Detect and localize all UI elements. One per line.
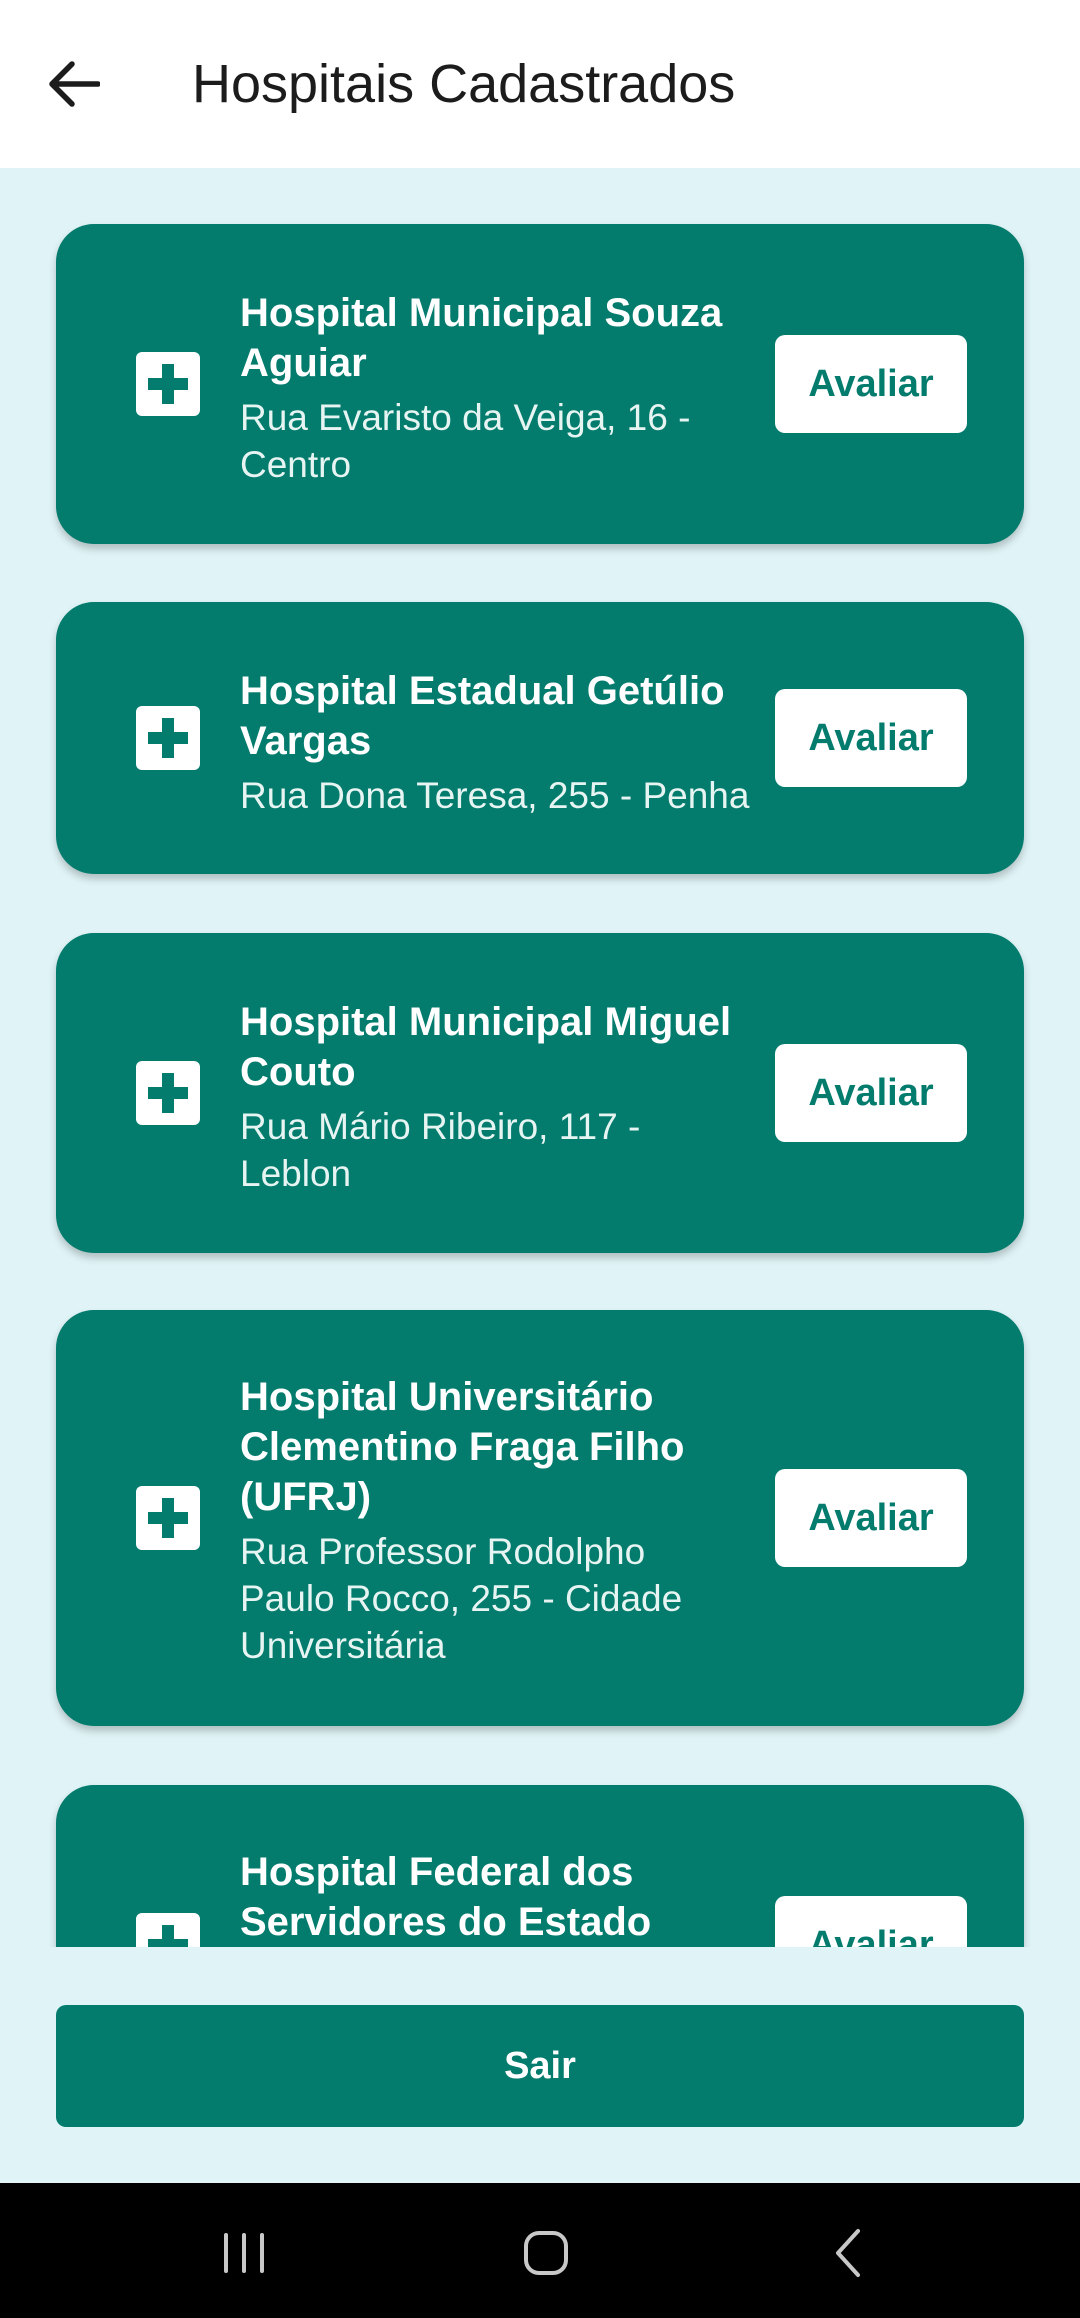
- hospital-info: Hospital Estadual Getúlio Vargas Rua Don…: [240, 666, 770, 819]
- hospital-card: Hospital Federal dos Servidores do Estad…: [56, 1785, 1024, 1947]
- hospital-address: Rua Mário Ribeiro, 117 - Leblon: [240, 1106, 641, 1194]
- system-nav-bar: [0, 2183, 1080, 2318]
- app-bar: Hospitais Cadastrados: [0, 0, 1080, 168]
- hospital-name: Hospital Universitário Clementino Fraga …: [240, 1375, 685, 1519]
- hospital-list[interactable]: Hospital Municipal Souza Aguiar Rua Evar…: [0, 168, 1080, 1947]
- medical-cross-icon: [136, 706, 200, 770]
- hospital-name: Hospital Federal dos Servidores do Estad…: [240, 1850, 652, 1944]
- evaluate-button[interactable]: Avaliar: [775, 1469, 967, 1567]
- evaluate-button[interactable]: Avaliar: [775, 1044, 967, 1142]
- medical-cross-icon: [136, 1913, 200, 1947]
- page-title: Hospitais Cadastrados: [192, 54, 736, 114]
- hospital-info: Hospital Universitário Clementino Fraga …: [240, 1372, 770, 1669]
- hospital-address: Rua Professor Rodolpho Paulo Rocco, 255 …: [240, 1531, 683, 1666]
- home-icon[interactable]: [516, 2223, 576, 2283]
- hospital-info: Hospital Municipal Miguel Couto Rua Mári…: [240, 997, 770, 1197]
- medical-cross-icon: [136, 1486, 200, 1550]
- exit-button[interactable]: Sair: [56, 2005, 1024, 2127]
- medical-cross-icon: [136, 352, 200, 416]
- evaluate-button[interactable]: Avaliar: [775, 689, 967, 787]
- hospital-card: Hospital Municipal Miguel Couto Rua Mári…: [56, 933, 1024, 1253]
- hospital-card: Hospital Municipal Souza Aguiar Rua Evar…: [56, 224, 1024, 544]
- hospital-card: Hospital Estadual Getúlio Vargas Rua Don…: [56, 602, 1024, 874]
- hospital-name: Hospital Municipal Souza Aguiar: [240, 291, 723, 385]
- hospital-card: Hospital Universitário Clementino Fraga …: [56, 1310, 1024, 1726]
- evaluate-button[interactable]: Avaliar: [775, 1896, 967, 1947]
- evaluate-button[interactable]: Avaliar: [775, 335, 967, 433]
- medical-cross-icon: [136, 1061, 200, 1125]
- hospital-address: Rua Evaristo da Veiga, 16 - Centro: [240, 397, 691, 485]
- hospital-address: Rua Dona Teresa, 255 - Penha: [240, 775, 750, 816]
- hospital-name: Hospital Municipal Miguel Couto: [240, 1000, 732, 1094]
- hospital-name: Hospital Estadual Getúlio Vargas: [240, 669, 725, 763]
- recents-icon[interactable]: [214, 2223, 274, 2283]
- system-back-icon[interactable]: [818, 2223, 878, 2283]
- hospital-info: Hospital Federal dos Servidores do Estad…: [240, 1847, 770, 1947]
- arrow-left-icon: [49, 61, 100, 107]
- hospital-info: Hospital Municipal Souza Aguiar Rua Evar…: [240, 288, 770, 488]
- back-button[interactable]: [40, 50, 108, 118]
